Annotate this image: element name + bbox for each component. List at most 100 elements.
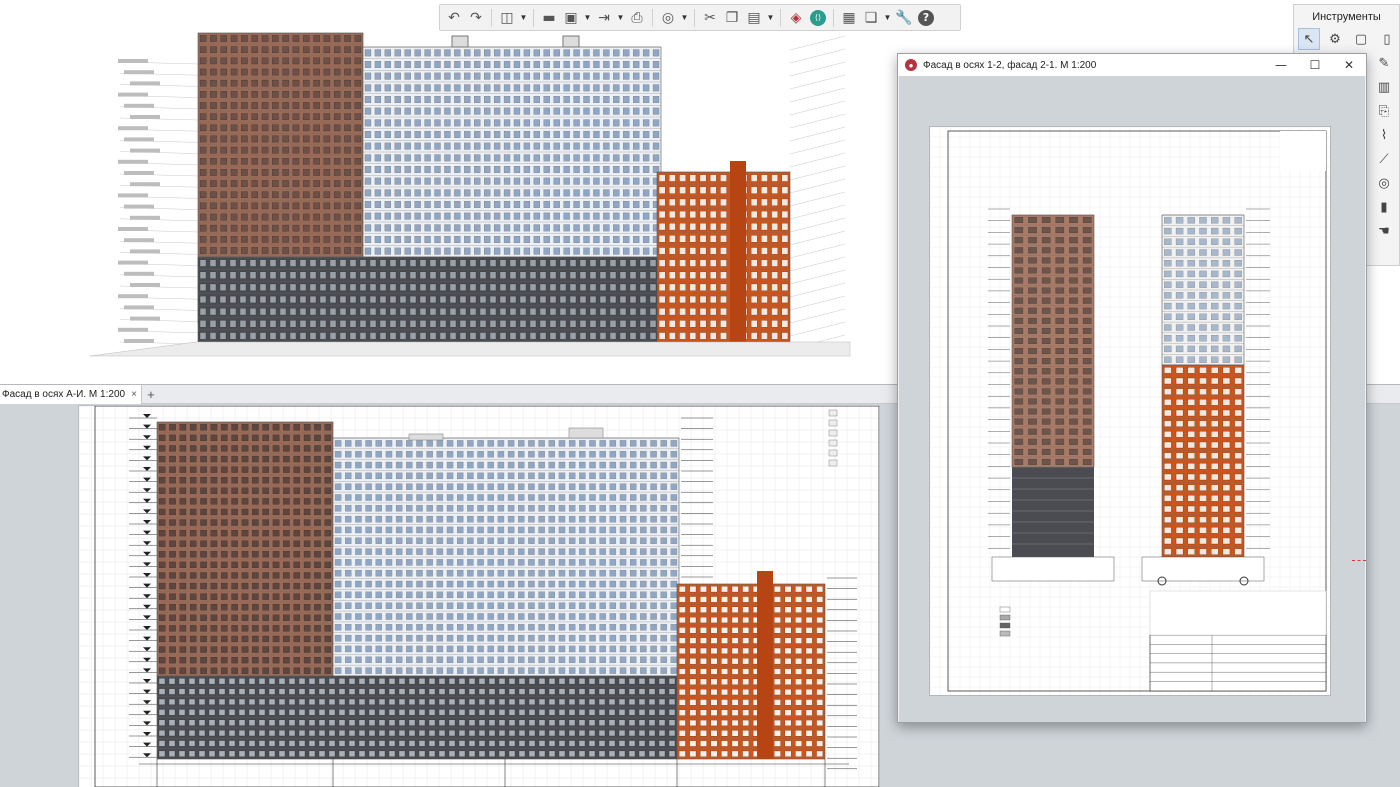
minimize-button[interactable]: —: [1264, 54, 1298, 76]
window: [1164, 302, 1172, 310]
chevron-down-icon[interactable]: ▼: [883, 8, 892, 28]
stair-icon[interactable]: ⌇: [1373, 124, 1395, 146]
window: [805, 699, 813, 706]
floating-view-window[interactable]: ● Фасад в осях 1-2, фасад 2-1. М 1:200 —…: [897, 53, 1367, 723]
open-folder-button[interactable]: ▬: [539, 8, 559, 28]
select-icon[interactable]: ↖: [1298, 28, 1320, 50]
camera-icon[interactable]: ◎: [1373, 172, 1395, 194]
window: [1069, 237, 1078, 244]
window: [358, 688, 366, 695]
side-facade-1-2: [1011, 214, 1095, 468]
column-icon[interactable]: ▯: [1376, 28, 1398, 50]
window: [559, 332, 567, 340]
window: [448, 719, 456, 726]
windows-button[interactable]: ❏: [861, 8, 881, 28]
window: [457, 537, 464, 544]
window: [282, 57, 289, 65]
side-facade-sheet[interactable]: [929, 126, 1331, 696]
paste-button[interactable]: ▤: [744, 8, 764, 28]
cut-button[interactable]: ✂: [700, 8, 720, 28]
window: [1028, 327, 1037, 334]
window: [344, 202, 351, 210]
window: [678, 647, 686, 654]
code-button[interactable]: ⟨⟩: [808, 8, 828, 28]
close-window-button[interactable]: ✕: [1332, 54, 1366, 76]
tab-facade-a-i[interactable]: Фасад в осях А-И. М 1:200 ×: [0, 384, 142, 404]
window: [1175, 495, 1184, 502]
maximize-button[interactable]: ☐: [1298, 54, 1332, 76]
window: [598, 678, 606, 685]
wall-icon[interactable]: ▢: [1350, 28, 1372, 50]
layout-button[interactable]: ▦: [839, 8, 859, 28]
window: [613, 177, 620, 185]
window-titlebar[interactable]: ● Фасад в осях 1-2, фасад 2-1. М 1:200 —…: [898, 54, 1366, 76]
window: [389, 259, 397, 267]
window: [1234, 505, 1242, 513]
drawing-sheet[interactable]: [78, 405, 880, 787]
window: [369, 320, 377, 328]
print-button[interactable]: ⎙: [627, 8, 647, 28]
window: [464, 166, 471, 173]
window: [613, 189, 620, 197]
door-icon[interactable]: ⎘: [1373, 100, 1395, 122]
cube-button[interactable]: ◫: [497, 8, 517, 28]
window: [210, 561, 218, 568]
window: [241, 91, 248, 98]
window: [640, 591, 647, 599]
chevron-down-icon[interactable]: ▼: [519, 8, 528, 28]
copy-button[interactable]: ❐: [722, 8, 742, 28]
window: [1014, 458, 1024, 465]
window: [578, 730, 586, 737]
panel-icon[interactable]: ▮: [1373, 196, 1395, 218]
ramp-icon[interactable]: ⟋: [1373, 148, 1395, 170]
elements-icon[interactable]: ⚙: [1324, 28, 1346, 50]
window: [640, 440, 647, 447]
window: [231, 625, 238, 632]
window: [200, 530, 207, 537]
window: [434, 107, 441, 115]
window: [448, 750, 456, 757]
add-tab-button[interactable]: +: [142, 385, 160, 404]
chevron-down-icon[interactable]: ▼: [680, 8, 689, 28]
wrench-button[interactable]: 🔧: [894, 8, 914, 28]
window: [640, 613, 647, 620]
window: [660, 440, 667, 447]
window: [795, 678, 802, 685]
window: [533, 49, 540, 57]
window: [1041, 307, 1051, 314]
window: [355, 580, 362, 588]
undo-button[interactable]: ↶: [444, 8, 464, 28]
window: [1187, 505, 1195, 513]
help-button[interactable]: ?: [916, 8, 936, 28]
window: [293, 466, 301, 473]
window: [599, 537, 606, 544]
pencil-icon[interactable]: ✎: [1373, 52, 1395, 74]
chevron-down-icon[interactable]: ▼: [583, 8, 592, 28]
window: [365, 656, 372, 663]
window: [419, 332, 427, 340]
window: [303, 113, 310, 120]
window: [218, 688, 226, 695]
close-icon[interactable]: ×: [131, 389, 137, 400]
window: [239, 320, 247, 328]
window: [241, 68, 248, 76]
window: [414, 61, 421, 68]
window: [484, 212, 491, 220]
orbit-button[interactable]: ◎: [658, 8, 678, 28]
chevron-down-icon[interactable]: ▼: [616, 8, 625, 28]
window: [283, 530, 290, 537]
plugin-button[interactable]: ◈: [786, 8, 806, 28]
export-button[interactable]: ⇥: [594, 8, 614, 28]
level-leader-right: [789, 204, 846, 220]
window: [474, 224, 481, 232]
window-icon[interactable]: ▥: [1373, 76, 1395, 98]
chevron-down-icon[interactable]: ▼: [766, 8, 775, 28]
window: [588, 750, 596, 757]
window: [210, 625, 218, 632]
redo-button[interactable]: ↷: [466, 8, 486, 28]
hand-icon[interactable]: ☚: [1373, 220, 1395, 242]
save-button[interactable]: ▣: [561, 8, 581, 28]
window: [1234, 292, 1242, 299]
window: [563, 49, 570, 57]
window: [518, 688, 526, 695]
